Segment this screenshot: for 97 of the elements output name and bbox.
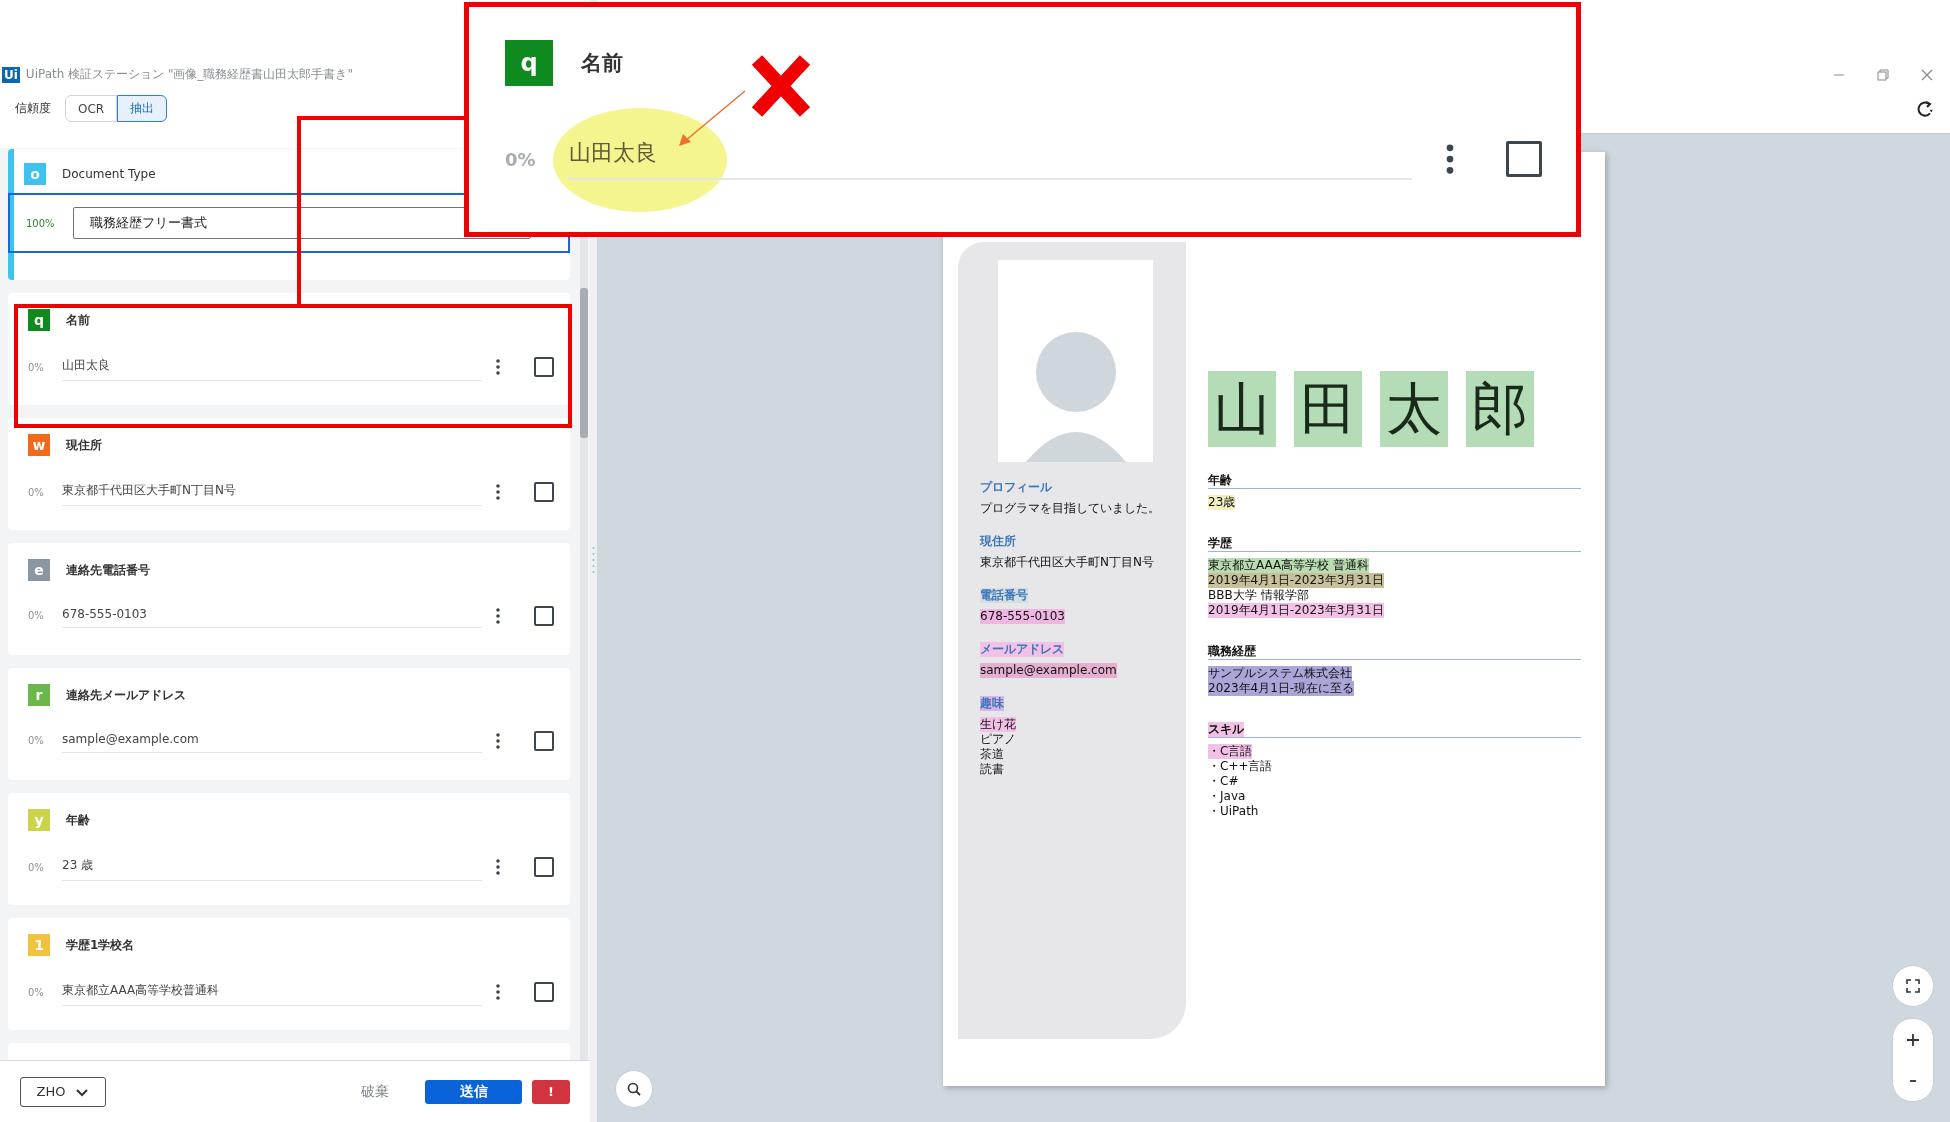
checkbox[interactable] [1506, 141, 1542, 177]
more-options-icon[interactable] [496, 484, 500, 500]
field-label: 名前 [581, 50, 623, 77]
fullscreen-icon [1906, 979, 1920, 993]
splitter-handle-icon[interactable] [592, 546, 595, 576]
more-options-icon[interactable] [496, 607, 500, 624]
handwritten-name: 郎 [1466, 371, 1534, 447]
close-icon[interactable] [1920, 68, 1934, 82]
value-field[interactable]: sample@example.com [62, 728, 482, 753]
section-heading: 年齢 [1208, 473, 1232, 488]
section-text: 茶道 [980, 747, 1004, 762]
confidence-score: 0% [28, 610, 45, 621]
section-text: 読書 [980, 762, 1004, 777]
field-badge: e [28, 559, 50, 581]
pointer-arrow [677, 89, 747, 147]
field-label: 連絡先メールアドレス [66, 686, 186, 704]
section-text: ・UiPath [1208, 804, 1259, 819]
checkbox[interactable] [534, 982, 554, 1002]
value-field[interactable]: 678-555-0103 [62, 603, 482, 628]
field-label: 連絡先電話番号 [66, 561, 150, 579]
confidence-score: 0% [28, 861, 45, 873]
confidence-score: 0% [505, 148, 537, 170]
confidence-score: 0% [28, 361, 45, 373]
handwritten-name: 田 [1294, 371, 1362, 447]
section-text: ・C言語 [1208, 744, 1253, 759]
confidence-score: 0% [28, 486, 45, 498]
checkbox[interactable] [534, 605, 554, 626]
section-text: 東京都立AAA高等学校 普通科 [1208, 558, 1370, 573]
section-text: ・C# [1208, 774, 1239, 789]
value-field[interactable]: 山田太良 [62, 353, 482, 381]
value-field[interactable]: 東京都立AAA高等学校普通科 [62, 978, 482, 1006]
section-text: プログラマを目指していました。 [980, 501, 1160, 516]
section-text: BBB大学 情報学部 [1208, 588, 1309, 603]
field-badge: q [505, 40, 553, 86]
discard-button[interactable]: 破棄 [355, 1081, 395, 1102]
section-heading: 現住所 [980, 534, 1016, 549]
confidence-score: 100% [26, 217, 55, 229]
field-label: 名前 [66, 311, 90, 329]
value-field[interactable]: 23 歳 [62, 853, 482, 881]
section-text: ・Java [1208, 789, 1246, 804]
handwritten-name: 山 [1208, 371, 1276, 447]
value-field[interactable]: 山田太良 [567, 138, 1412, 180]
section-heading: 学歴 [1208, 536, 1232, 551]
alert-button[interactable]: ! [532, 1079, 570, 1104]
fit-to-screen-button[interactable] [1892, 965, 1934, 1007]
field-badge: q [28, 309, 50, 331]
window-title: UiPath 検証ステーション "画像_職務経歴書山田太郎手書き" [25, 66, 353, 83]
section-heading: メールアドレス [980, 642, 1064, 657]
section-text: 生け花 [980, 717, 1016, 732]
checkbox[interactable] [534, 857, 554, 877]
checkbox[interactable] [534, 357, 554, 377]
field-badge: w [28, 434, 50, 456]
more-options-icon[interactable] [496, 859, 500, 875]
field-badge: r [28, 684, 50, 706]
section-heading: 電話番号 [980, 588, 1028, 603]
section-text: 2023年4月1日-現在に至る [1208, 681, 1355, 696]
zoom-in-icon[interactable] [1906, 1032, 1920, 1047]
more-options-icon[interactable] [496, 984, 500, 1000]
field-label: 年齢 [66, 811, 90, 829]
section-heading: スキル [1208, 722, 1244, 737]
section-text: 2019年4月1日-2023年3月31日 [1208, 573, 1384, 588]
section-text: 2019年4月1日-2023年3月31日 [1208, 603, 1384, 618]
section-text: 東京都千代田区大手町N丁目N号 [980, 555, 1154, 570]
confidence-score: 0% [28, 735, 45, 746]
field-badge: y [28, 809, 50, 831]
section-heading: 職務経歴 [1208, 644, 1256, 659]
section-text: ・C++言語 [1208, 759, 1273, 774]
field-badge: o [24, 163, 46, 185]
language-dropdown[interactable]: ZHO [20, 1076, 106, 1107]
field-label: Document Type [62, 167, 156, 181]
field-label: 現住所 [66, 436, 102, 454]
search-icon [627, 1082, 641, 1096]
field-badge: 1 [28, 934, 50, 956]
search-button[interactable] [615, 1070, 653, 1108]
checkbox[interactable] [534, 730, 554, 751]
confidence-score: 0% [28, 986, 45, 998]
mode-tab[interactable]: 抽出 [117, 95, 168, 122]
refresh-icon[interactable] [1916, 100, 1934, 118]
section-text: ピアノ [980, 732, 1016, 747]
value-field[interactable]: 東京都千代田区大手町N丁目N号 [62, 478, 482, 506]
more-options-icon[interactable] [1446, 144, 1454, 174]
submit-button[interactable]: 送信 [425, 1079, 522, 1104]
section-text: 678-555-0103 [980, 609, 1065, 624]
section-text: 23歳 [1208, 495, 1236, 510]
checkbox[interactable] [534, 482, 554, 502]
section-text: サンプルシステム株式会社 [1208, 666, 1352, 681]
handwritten-name: 太 [1380, 371, 1448, 447]
section-heading: プロフィール [980, 480, 1052, 495]
more-options-icon[interactable] [496, 359, 500, 375]
section-text: sample@example.com [980, 663, 1117, 678]
app-logo: Ui [2, 66, 20, 83]
mode-tab[interactable]: OCR [65, 95, 118, 122]
confidence-label: 信頼度 [15, 100, 51, 117]
more-options-icon[interactable] [496, 732, 500, 749]
scrollbar-thumb[interactable] [580, 288, 588, 438]
section-heading: 趣味 [980, 696, 1004, 711]
field-label: 学歴1学校名 [66, 936, 135, 954]
